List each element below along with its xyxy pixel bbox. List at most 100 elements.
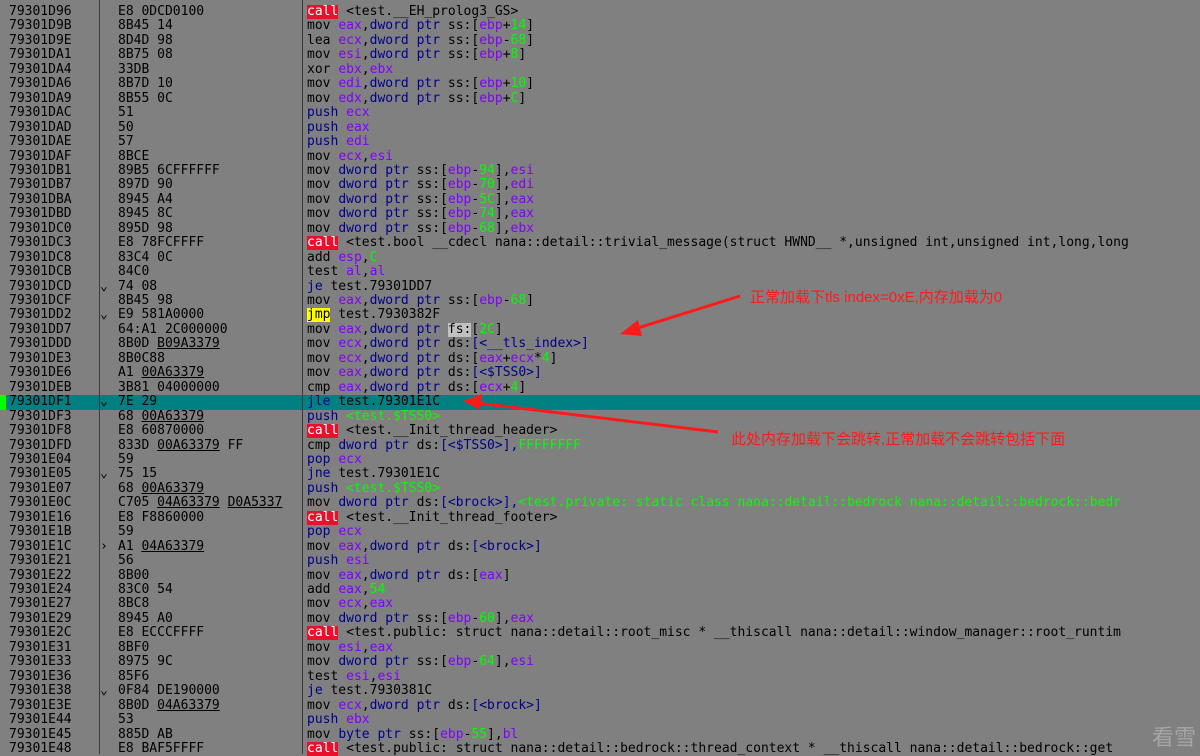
gutter[interactable] — [0, 453, 6, 467]
address[interactable]: 79301DD7 — [9, 323, 102, 337]
opcode-bytes[interactable]: 85F6 — [118, 670, 302, 684]
opcode-bytes[interactable]: 89B5 6CFFFFFF — [118, 164, 302, 178]
gutter[interactable] — [0, 63, 6, 77]
opcode-bytes[interactable]: 83C0 54 — [118, 583, 302, 597]
address[interactable]: 79301E2C — [9, 626, 102, 640]
disasm-row[interactable]: 79301DBA 8945 A4 mov dword ptr ss:[ebp-5C]… — [0, 193, 1200, 207]
instruction[interactable]: mov edx,dword ptr ss:[ebp+C] — [307, 92, 1200, 106]
address[interactable]: 79301DD2 — [9, 308, 102, 322]
instruction[interactable]: call <test.public: struct nana::detail::… — [307, 626, 1200, 641]
disasm-row[interactable]: 79301DB1 89B5 6CFFFFFF mov dword ptr ss:[e… — [0, 164, 1200, 178]
opcode-bytes[interactable]: 0F84 DE190000 — [118, 684, 302, 698]
address[interactable]: 79301DE3 — [9, 352, 102, 366]
gutter[interactable] — [0, 684, 6, 698]
disasm-row[interactable]: 79301E31 8BF0 mov esi,eax — [0, 641, 1200, 655]
disasm-row[interactable]: 79301E1C › A1 04A63379 mov eax,dword ptr ds… — [0, 540, 1200, 554]
address[interactable]: 79301DB7 — [9, 178, 102, 192]
opcode-bytes[interactable]: 68 00A63379 — [118, 410, 302, 424]
address[interactable]: 79301E3E — [9, 699, 102, 713]
gutter[interactable] — [0, 77, 6, 91]
opcode-bytes[interactable]: 50 — [118, 121, 302, 135]
instruction[interactable]: mov ecx,dword ptr ds:[<brock>] — [307, 699, 1200, 713]
opcode-bytes[interactable]: 8BF0 — [118, 641, 302, 655]
gutter[interactable] — [0, 410, 6, 424]
address[interactable]: 79301DEB — [9, 381, 102, 395]
disasm-row[interactable]: 79301E29 8945 A0 mov dword ptr ss:[ebp-60]… — [0, 612, 1200, 626]
address[interactable]: 79301DF3 — [9, 410, 102, 424]
opcode-bytes[interactable]: 3B81 04000000 — [118, 381, 302, 395]
disasm-row[interactable]: 79301DC0 895D 98 mov dword ptr ss:[ebp-68]… — [0, 222, 1200, 236]
disasm-row[interactable]: 79301DB7 897D 90 mov dword ptr ss:[ebp-70]… — [0, 178, 1200, 192]
disasm-row[interactable]: 79301E07 68 00A63379 push <test.$TSS0> — [0, 482, 1200, 496]
disasm-row[interactable]: 79301DCF 8B45 98 mov eax,dword ptr ss:[ebp… — [0, 294, 1200, 308]
disasm-row[interactable]: 79301D96 E8 0DCD0100 call <test.__EH_prolo… — [0, 5, 1200, 19]
gutter[interactable] — [0, 713, 6, 727]
disasm-row[interactable]: 79301D9B 8B45 14 mov eax,dword ptr ss:[ebp… — [0, 19, 1200, 33]
instruction[interactable]: mov ecx,eax — [307, 597, 1200, 611]
opcode-bytes[interactable]: E9 581A0000 — [118, 308, 302, 322]
disasm-row[interactable]: 79301E24 83C0 54 add eax,54 — [0, 583, 1200, 597]
gutter[interactable] — [0, 525, 6, 539]
gutter[interactable] — [0, 48, 6, 62]
instruction[interactable]: je test.7930381C — [307, 684, 1200, 698]
gutter[interactable] — [0, 670, 6, 684]
instruction[interactable]: lea ecx,dword ptr ss:[ebp-68] — [307, 34, 1200, 48]
disasm-row[interactable]: 79301E45 885D AB mov byte ptr ss:[ebp-55],… — [0, 728, 1200, 742]
disasm-row[interactable]: 79301E05 ⌄ 75 15 jne test.79301E1C — [0, 467, 1200, 481]
disasm-row[interactable]: 79301E22 8B00 mov eax,dword ptr ds:[eax] — [0, 569, 1200, 583]
address[interactable]: 79301E33 — [9, 655, 102, 669]
address[interactable]: 79301E0C — [9, 496, 102, 510]
address[interactable]: 79301DE6 — [9, 366, 102, 380]
address[interactable]: 79301E38 — [9, 684, 102, 698]
gutter[interactable] — [0, 511, 6, 525]
address[interactable]: 79301DAE — [9, 135, 102, 149]
instruction[interactable]: push <test.$TSS0> — [307, 410, 1200, 424]
address[interactable]: 79301DA4 — [9, 63, 102, 77]
instruction[interactable]: mov dword ptr ss:[ebp-94],esi — [307, 164, 1200, 178]
disasm-row[interactable]: 79301DDD 8B0D B09A3379 mov ecx,dword ptr d… — [0, 337, 1200, 351]
opcode-bytes[interactable]: A1 04A63379 — [118, 540, 302, 554]
instruction[interactable]: mov ecx,esi — [307, 150, 1200, 164]
address[interactable]: 79301DBD — [9, 207, 102, 221]
gutter[interactable] — [0, 424, 6, 438]
disasm-row[interactable]: 79301E04 59 pop ecx — [0, 453, 1200, 467]
opcode-bytes[interactable]: E8 F8860000 — [118, 511, 302, 525]
instruction[interactable]: mov eax,dword ptr ds:[<brock>] — [307, 540, 1200, 554]
disasm-row[interactable]: 79301DAC 51 push ecx — [0, 106, 1200, 120]
disasm-row[interactable]: 79301DD2 ⌄ E9 581A0000 jmp test.7930382F — [0, 308, 1200, 323]
address[interactable]: 79301DA1 — [9, 48, 102, 62]
address[interactable]: 79301E45 — [9, 728, 102, 742]
address[interactable]: 79301E44 — [9, 713, 102, 727]
disasm-row[interactable]: 79301DCB 84C0 test al,al — [0, 265, 1200, 279]
address[interactable]: 79301DA9 — [9, 92, 102, 106]
opcode-bytes[interactable]: 59 — [118, 453, 302, 467]
instruction[interactable]: mov dword ptr ss:[ebp-64],esi — [307, 655, 1200, 669]
disasm-row[interactable]: 79301E16 E8 F8860000 call <test.__Init_thr… — [0, 510, 1200, 525]
gutter[interactable] — [0, 554, 6, 568]
opcode-bytes[interactable]: 57 — [118, 135, 302, 149]
instruction[interactable]: xor ebx,ebx — [307, 63, 1200, 77]
gutter[interactable] — [0, 193, 6, 207]
opcode-bytes[interactable]: 8945 A4 — [118, 193, 302, 207]
disasm-row[interactable]: 79301DE6 A1 00A63379 mov eax,dword ptr ds:… — [0, 366, 1200, 380]
opcode-bytes[interactable]: A1 00A63379 — [118, 366, 302, 380]
opcode-bytes[interactable]: 8975 9C — [118, 655, 302, 669]
address[interactable]: 79301E1B — [9, 525, 102, 539]
opcode-bytes[interactable]: 56 — [118, 554, 302, 568]
instruction[interactable]: mov eax,dword ptr ds:[eax] — [307, 569, 1200, 583]
address[interactable]: 79301DAD — [9, 121, 102, 135]
opcode-bytes[interactable]: 8B45 98 — [118, 294, 302, 308]
opcode-bytes[interactable]: 895D 98 — [118, 222, 302, 236]
disassembly-view[interactable]: 79301D96 E8 0DCD0100 call <test.__EH_prolo… — [0, 0, 1200, 756]
address[interactable]: 79301E04 — [9, 453, 102, 467]
gutter[interactable] — [0, 251, 6, 265]
gutter[interactable] — [0, 337, 6, 351]
address[interactable]: 79301E36 — [9, 670, 102, 684]
gutter[interactable] — [0, 699, 6, 713]
address[interactable]: 79301DB1 — [9, 164, 102, 178]
opcode-bytes[interactable]: 68 00A63379 — [118, 482, 302, 496]
disasm-row[interactable]: 79301DAE 57 push edi — [0, 135, 1200, 149]
address[interactable]: 79301DF8 — [9, 424, 102, 438]
instruction[interactable]: mov esi,eax — [307, 641, 1200, 655]
opcode-bytes[interactable]: 53 — [118, 713, 302, 727]
